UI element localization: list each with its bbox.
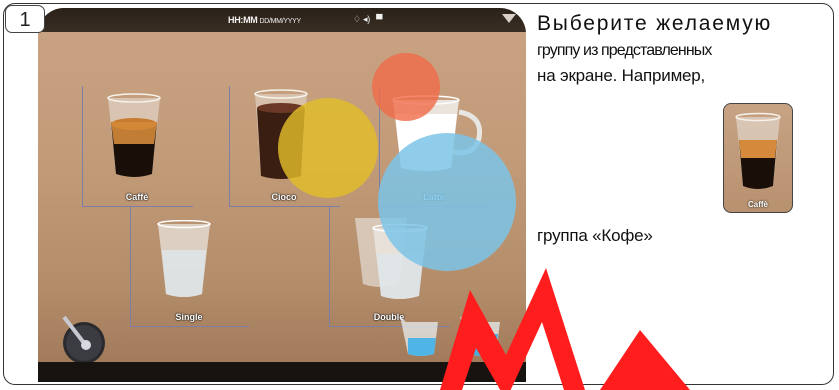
chocolate-glass-icon [254, 89, 308, 179]
status-icons: ♢ ◂) ▀ [353, 14, 382, 25]
caffe-group-thumbnail: Caffè [723, 103, 793, 213]
sound-icon: ◂) [362, 14, 370, 24]
tile-label: Single [175, 312, 203, 322]
espresso-glass-icon [735, 112, 781, 189]
double-glass-icon [355, 218, 428, 299]
tile-label: Latte [423, 192, 445, 202]
latte-cup-icon [392, 95, 483, 171]
tile-single[interactable]: Single [130, 206, 249, 327]
water-icon: ♢ [353, 14, 361, 24]
cup-icon: ▀ [376, 14, 383, 24]
clock-display: HH:MM DD/MM/YYYY [228, 15, 301, 25]
tile-latte[interactable]: Latte [379, 86, 490, 207]
menu-dropdown-icon[interactable] [502, 14, 516, 23]
tile-double[interactable]: Double [329, 206, 450, 327]
status-bar: HH:MM DD/MM/YYYY ♢ ◂) ▀ [38, 8, 526, 32]
single-glass-icon [157, 220, 211, 297]
tile-label: Caffè [125, 192, 149, 202]
instruction-line-2: группу из представленных [537, 42, 712, 59]
screen-bottom-bar [38, 362, 526, 382]
instruction-line-1: Выберите желаемую [537, 12, 773, 35]
steam-wand-icon[interactable] [58, 313, 108, 365]
water-pitcher-icon[interactable] [456, 314, 508, 358]
instruction-line-4: группа «Кофе» [537, 226, 653, 245]
espresso-glass-icon [107, 93, 161, 177]
coffee-machine-screen: HH:MM DD/MM/YYYY ♢ ◂) ▀ Caffè Cioco Latt… [38, 8, 526, 382]
thumbnail-label: Caffè [747, 200, 768, 209]
tile-caffe[interactable]: Caffè [82, 86, 193, 207]
tile-cioco[interactable]: Cioco [229, 86, 340, 207]
milk-pitcher-icon[interactable] [396, 314, 446, 358]
instruction-line-3: на экране. Например, [537, 66, 706, 85]
tile-label: Cioco [271, 192, 297, 202]
step-number-badge: 1 [5, 5, 45, 33]
